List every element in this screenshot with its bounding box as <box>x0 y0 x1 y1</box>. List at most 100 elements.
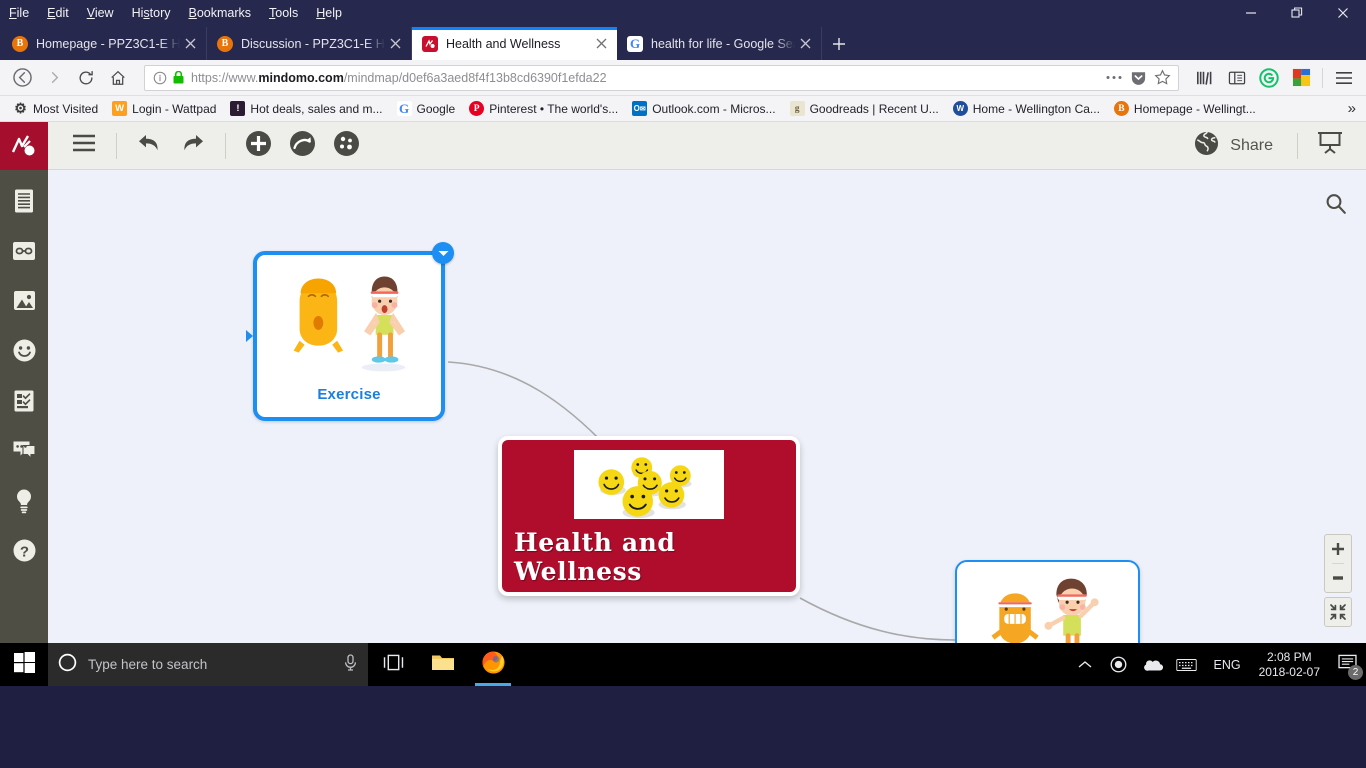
minimize-button[interactable] <box>1228 0 1274 26</box>
forward-button[interactable] <box>38 63 70 93</box>
windows-logo-icon <box>13 651 35 678</box>
sidebar-item-link[interactable] <box>0 228 48 278</box>
sidebar-item-image[interactable] <box>0 278 48 328</box>
close-button[interactable] <box>1320 0 1366 26</box>
menu-file[interactable]: File <box>0 0 38 26</box>
task-view-button[interactable] <box>368 643 418 686</box>
sidebar-item-help[interactable]: ? <box>0 528 48 578</box>
toolbar-divider <box>225 132 226 159</box>
node-image-exercise-girl <box>964 568 1131 643</box>
menu-tools[interactable]: Tools <box>260 0 307 26</box>
fit-to-screen-button[interactable] <box>1325 598 1351 626</box>
menu-history[interactable]: History <box>123 0 180 26</box>
comment-icon <box>12 439 37 467</box>
theme-button[interactable] <box>324 124 368 168</box>
relationship-button[interactable] <box>280 124 324 168</box>
notifications-button[interactable]: 2 <box>1328 643 1366 686</box>
plus-circle-icon <box>245 130 272 162</box>
menu-help[interactable]: Help <box>307 0 351 26</box>
menu-bookmarks[interactable]: Bookmarks <box>180 0 261 26</box>
presentation-button[interactable] <box>1308 124 1352 168</box>
sidebar-item-comments[interactable] <box>0 428 48 478</box>
menu-file-accel: F <box>9 6 17 20</box>
help-icon: ? <box>12 538 37 568</box>
tab-title: Health and Wellness <box>446 36 561 51</box>
mindmap-canvas[interactable]: Exercise Health and Wellness <box>48 170 1366 643</box>
menu-edit[interactable]: Edit <box>38 0 78 26</box>
bookmarks-overflow-icon[interactable]: » <box>1348 100 1360 117</box>
start-button[interactable] <box>0 643 48 686</box>
browser-tab-3[interactable]: G health for life - Google Search <box>617 27 822 60</box>
close-icon[interactable] <box>591 34 611 54</box>
page-info-icon[interactable] <box>153 71 167 85</box>
sidebar-item-task[interactable] <box>0 378 48 428</box>
window-menubar: File Edit View History Bookmarks Tools H… <box>0 0 1366 26</box>
sidebar-item-ideas[interactable] <box>0 478 48 528</box>
clock[interactable]: 2:08 PM 2018-02-07 <box>1251 650 1328 680</box>
mindmap-node-center[interactable]: Health and Wellness <box>498 436 800 596</box>
node-collapse-toggle[interactable] <box>432 242 454 264</box>
onedrive-icon[interactable] <box>1136 643 1170 686</box>
zoom-group <box>1324 534 1352 593</box>
home-button[interactable] <box>102 63 134 93</box>
record-icon[interactable] <box>1102 643 1136 686</box>
redo-icon <box>180 132 206 159</box>
bookmark-most-visited[interactable]: ⚙ Most Visited <box>6 100 105 116</box>
sidebar-item-notes[interactable] <box>0 178 48 228</box>
sidebar-icon[interactable] <box>1221 63 1253 93</box>
firefox-button[interactable] <box>468 643 518 686</box>
node-label: Exercise <box>317 386 381 403</box>
share-button[interactable]: Share <box>1180 124 1287 168</box>
restore-button[interactable] <box>1274 0 1320 26</box>
canvas-search-button[interactable] <box>1324 192 1348 221</box>
app-menu-icon[interactable] <box>1328 63 1360 93</box>
browser-tab-2-active[interactable]: Health and Wellness <box>412 27 617 60</box>
bookmark-hot-deals[interactable]: ! Hot deals, sales and m... <box>223 101 389 116</box>
bookmark-wellington-homepage[interactable]: B Homepage - Wellingt... <box>1107 101 1263 116</box>
undo-button[interactable] <box>127 124 171 168</box>
browser-tab-0[interactable]: B Homepage - PPZ3C1-E Health <box>2 27 207 60</box>
microphone-icon[interactable] <box>343 653 358 676</box>
bookmark-google[interactable]: G Google <box>390 101 463 116</box>
url-bar[interactable]: https://www.mindomo.com/mindmap/d0ef6a3a… <box>144 64 1179 91</box>
mindmap-node-exercise-top[interactable]: Exercise <box>246 242 454 421</box>
page-actions-icon[interactable] <box>1102 66 1126 90</box>
reload-button[interactable] <box>70 63 102 93</box>
extension-icon[interactable] <box>1285 63 1317 93</box>
bookmark-outlook[interactable]: O ✉ Outlook.com - Micros... <box>625 101 782 116</box>
library-icon[interactable] <box>1189 63 1221 93</box>
taskbar-search[interactable]: Type here to search <box>48 643 368 686</box>
file-explorer-button[interactable] <box>418 643 468 686</box>
bookmark-star-icon[interactable] <box>1150 66 1174 90</box>
new-tab-button[interactable] <box>822 27 856 60</box>
grammarly-icon[interactable] <box>1253 63 1285 93</box>
add-topic-button[interactable] <box>236 124 280 168</box>
mindmap-node-exercise-right[interactable]: Exercise <box>955 560 1140 643</box>
language-indicator[interactable]: ENG <box>1204 658 1251 672</box>
close-icon[interactable] <box>795 34 815 54</box>
bookmark-goodreads[interactable]: g Goodreads | Recent U... <box>783 101 946 116</box>
mindomo-logo[interactable] <box>0 122 48 170</box>
app-menu-button[interactable] <box>62 124 106 168</box>
menu-view[interactable]: View <box>78 0 123 26</box>
pocket-icon[interactable] <box>1126 66 1150 90</box>
node-body[interactable]: Health and Wellness <box>498 436 800 596</box>
mindomo-app: ? Share Exercise Health and Wellness <box>0 122 1366 643</box>
back-button[interactable] <box>6 63 38 93</box>
close-icon[interactable] <box>385 34 405 54</box>
node-body[interactable]: Exercise <box>955 560 1140 643</box>
bookmark-pinterest[interactable]: P Pinterest • The world's... <box>462 101 625 116</box>
close-icon[interactable] <box>180 34 200 54</box>
node-body[interactable]: Exercise <box>253 251 445 421</box>
zoom-out-button[interactable] <box>1325 564 1351 592</box>
clock-time: 2:08 PM <box>1266 649 1312 664</box>
sidebar-item-emoji[interactable] <box>0 328 48 378</box>
toolbar-right-group <box>1189 63 1360 93</box>
touch-keyboard-icon[interactable] <box>1170 643 1204 686</box>
bookmark-wellington-home[interactable]: W Home - Wellington Ca... <box>946 101 1107 116</box>
bookmark-wattpad[interactable]: W Login - Wattpad <box>105 101 223 116</box>
browser-tab-1[interactable]: B Discussion - PPZ3C1-E Health <box>207 27 412 60</box>
zoom-in-button[interactable] <box>1325 535 1351 563</box>
redo-button[interactable] <box>171 124 215 168</box>
show-hidden-icons-button[interactable] <box>1068 643 1102 686</box>
